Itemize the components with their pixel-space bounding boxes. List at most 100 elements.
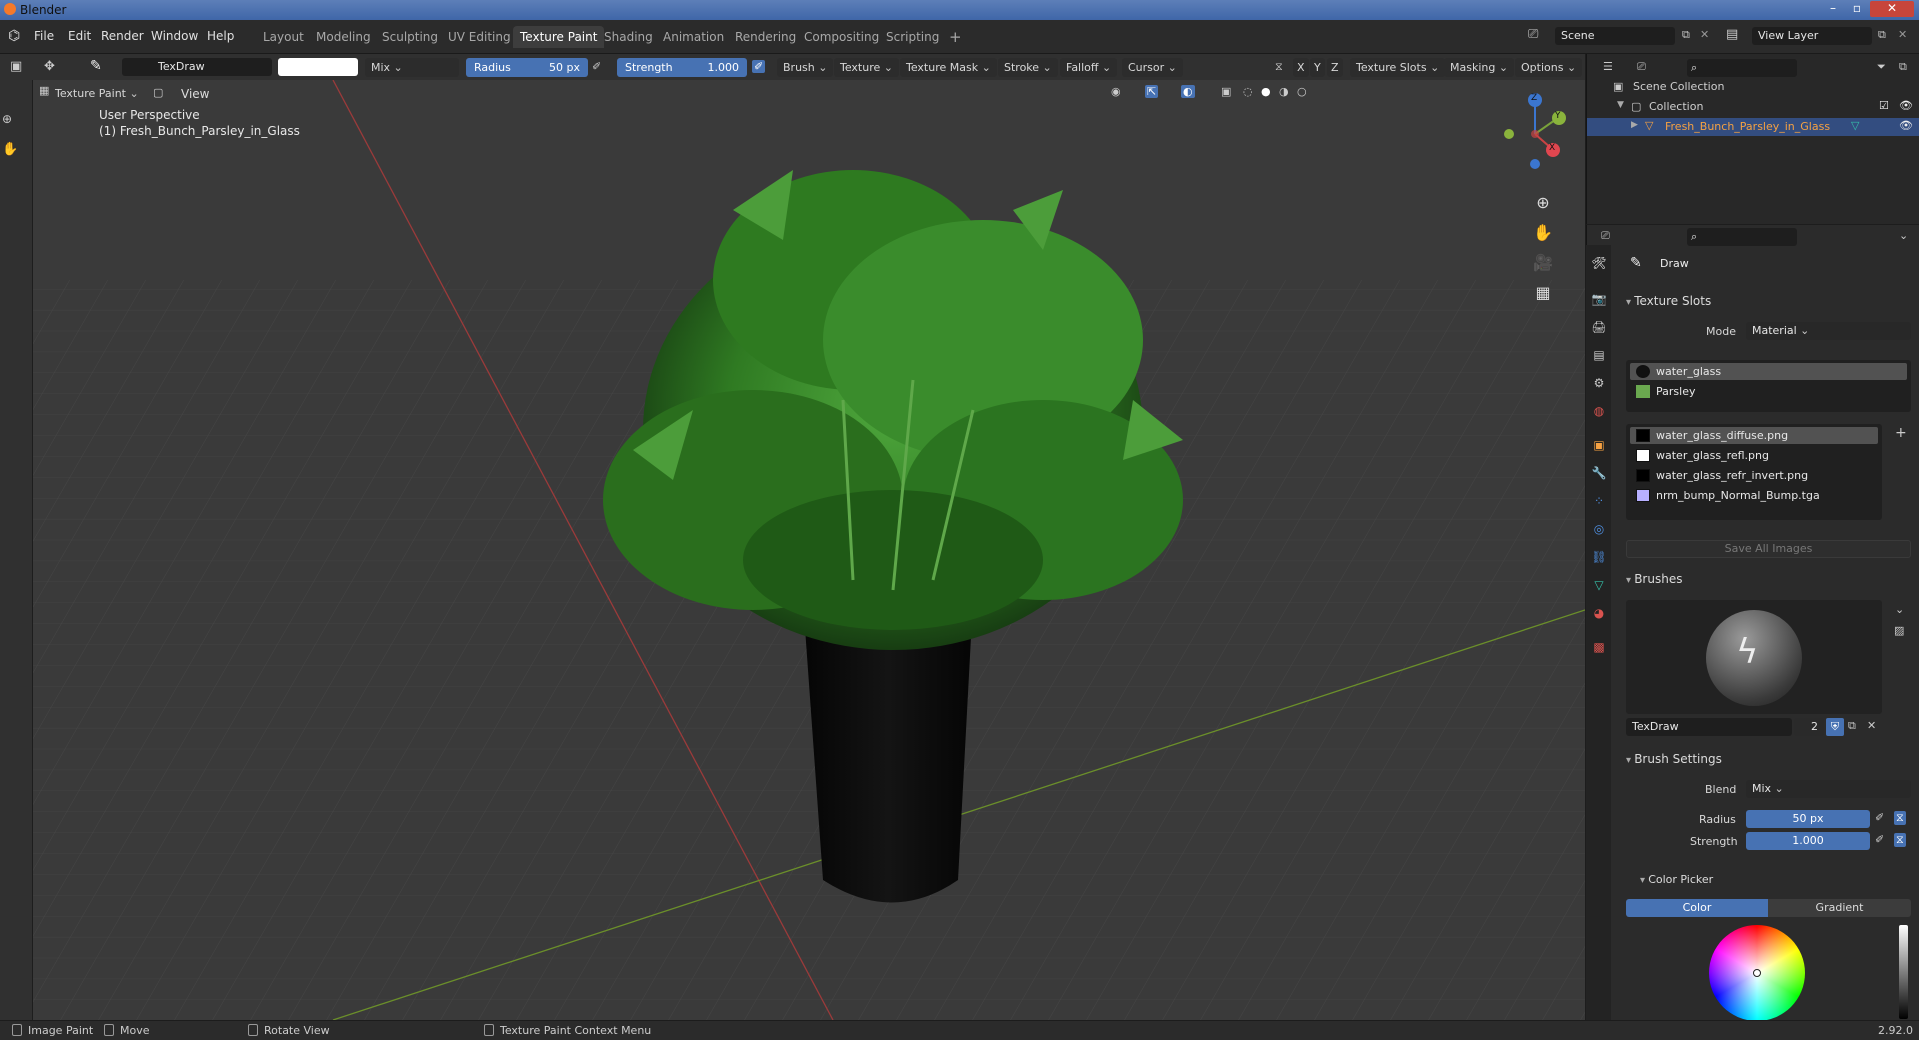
constraints-tab-icon[interactable]: ⛓ — [1589, 547, 1609, 567]
list-item[interactable]: Parsley — [1630, 383, 1907, 400]
delete-scene-icon[interactable]: ✕ — [1700, 28, 1709, 41]
tool-tab-icon[interactable]: 🛠 — [1589, 253, 1609, 273]
modifier-tab-icon[interactable]: 🔧 — [1589, 463, 1609, 483]
radius-setting-slider[interactable]: 50 px — [1746, 810, 1870, 828]
texture-slots-menu[interactable]: Texture Slots — [1350, 58, 1446, 77]
radius-slider[interactable]: Radius 50 px — [466, 58, 588, 77]
tab-scripting[interactable]: Scripting — [879, 26, 946, 48]
masking-menu[interactable]: Masking — [1444, 58, 1515, 77]
add-workspace-icon[interactable]: + — [942, 26, 969, 48]
scene-selector-icon[interactable]: ⎚ — [1528, 27, 1538, 42]
display-mode-icon[interactable]: ⎚ — [1637, 60, 1646, 74]
color-wheel[interactable] — [1709, 925, 1805, 1021]
solid-shading-icon[interactable]: ● — [1261, 85, 1271, 98]
add-image-slot-icon[interactable]: + — [1895, 425, 1907, 441]
world-tab-icon[interactable]: ◍ — [1589, 401, 1609, 421]
pan-hand-icon[interactable]: ✋ — [1530, 220, 1556, 246]
collection-row[interactable]: ▼ ▢ Collection ☑ 👁 — [1587, 98, 1919, 116]
save-all-images-button[interactable]: Save All Images — [1626, 540, 1911, 558]
menu-window[interactable]: Window — [151, 29, 198, 43]
menu-edit[interactable]: Edit — [68, 29, 91, 43]
brush-specials-icon[interactable]: ⌄ — [1895, 603, 1904, 616]
color-tab[interactable]: Color — [1626, 899, 1768, 917]
brush-name-input[interactable]: TexDraw — [1626, 718, 1792, 736]
new-view-layer-icon[interactable]: ⧉ — [1878, 28, 1886, 42]
texture-mask-menu[interactable]: Texture Mask — [900, 58, 997, 77]
strength-unit-toggle-icon[interactable]: ⧖ — [1894, 833, 1906, 847]
fake-user-shield-icon[interactable]: ⛨ — [1826, 718, 1844, 736]
collection-eye-icon[interactable]: 👁 — [1899, 99, 1913, 112]
view-layer-icon[interactable]: ▤ — [1726, 27, 1738, 42]
collection-expand-icon[interactable]: ▼ — [1617, 100, 1624, 110]
menu-file[interactable]: File — [34, 29, 54, 43]
overlay-toggle-icon[interactable]: ◐ — [1181, 85, 1195, 98]
blender-menu-icon[interactable]: ⌬ — [8, 28, 20, 44]
camera-view-icon[interactable]: 🎥 — [1530, 250, 1556, 276]
outliner-editor-icon[interactable]: ☰ — [1603, 60, 1613, 73]
slot-mode-dropdown[interactable]: Material — [1746, 322, 1911, 340]
scene-name-field[interactable]: Scene — [1555, 27, 1675, 45]
navigation-gizmo[interactable]: Z Y X — [1493, 90, 1573, 170]
gizmo-toggle-icon[interactable]: ⇱ — [1145, 85, 1159, 98]
collection-checkbox[interactable]: ☑ — [1879, 99, 1889, 112]
brush-menu[interactable]: Brush — [777, 58, 834, 77]
strength-slider[interactable]: Strength 1.000 — [617, 58, 747, 77]
new-collection-icon[interactable]: ⧉ — [1899, 60, 1907, 74]
color-cursor[interactable] — [1753, 969, 1761, 977]
brush-name-field[interactable]: TexDraw — [122, 58, 272, 76]
list-item[interactable]: water_glass_refl.png — [1630, 447, 1878, 464]
radius-pressure-icon[interactable]: ✐ — [592, 60, 601, 73]
menu-help[interactable]: Help — [207, 29, 234, 43]
texture-menu[interactable]: Texture — [834, 58, 899, 77]
brush-color-swatch[interactable] — [278, 58, 358, 76]
outliner-search[interactable]: ⌕ — [1687, 59, 1797, 77]
falloff-menu[interactable]: Falloff — [1060, 58, 1118, 77]
view-layer-tab-icon[interactable]: ▤ — [1589, 345, 1609, 365]
brush-settings-header[interactable]: Brush Settings — [1626, 752, 1722, 766]
output-tab-icon[interactable]: 🖨 — [1589, 317, 1609, 337]
object-tab-icon[interactable]: ▣ — [1589, 435, 1609, 455]
cursor-menu[interactable]: Cursor — [1122, 58, 1183, 77]
scene-tab-icon[interactable]: ⚙ — [1589, 373, 1609, 393]
properties-search[interactable]: ⌕ — [1687, 228, 1797, 246]
color-picker-header[interactable]: Color Picker — [1640, 873, 1713, 886]
object-eye-icon[interactable]: 👁 — [1899, 119, 1913, 132]
tab-compositing[interactable]: Compositing — [797, 26, 886, 48]
tab-sculpting[interactable]: Sculpting — [375, 26, 445, 48]
list-item[interactable]: nrm_bump_Normal_Bump.tga — [1630, 487, 1878, 504]
zoom-icon[interactable]: ⊕ — [1530, 190, 1556, 216]
unlink-brush-icon[interactable]: ✕ — [1867, 719, 1876, 732]
view-layer-field[interactable]: View Layer — [1752, 27, 1872, 45]
menu-render[interactable]: Render — [101, 29, 144, 43]
physics-tab-icon[interactable]: ◎ — [1589, 519, 1609, 539]
mirror-y-button[interactable]: Y — [1310, 58, 1325, 77]
tab-texture-paint[interactable]: Texture Paint — [513, 26, 605, 48]
particles-tab-icon[interactable]: ⁘ — [1589, 491, 1609, 511]
ortho-toggle-icon[interactable]: ▦ — [1530, 280, 1556, 306]
stroke-menu[interactable]: Stroke — [998, 58, 1058, 77]
filter-icon[interactable]: ⏷ — [1877, 60, 1886, 74]
tab-layout[interactable]: Layout — [256, 26, 311, 48]
zoom-side-icon[interactable]: ⊕ — [2, 112, 12, 126]
tab-shading[interactable]: Shading — [597, 26, 660, 48]
object-expand-icon[interactable]: ▶ — [1631, 120, 1638, 130]
pan-side-icon[interactable]: ✋ — [2, 142, 18, 157]
mode-dropdown[interactable]: Texture Paint — [33, 84, 145, 103]
mirror-x-button[interactable]: X — [1293, 58, 1309, 77]
mirror-z-button[interactable]: Z — [1327, 58, 1343, 77]
minimize-button[interactable]: – — [1822, 1, 1844, 17]
tab-rendering[interactable]: Rendering — [728, 26, 803, 48]
wireframe-shading-icon[interactable]: ◌ — [1243, 85, 1253, 98]
tool-settings-icon[interactable]: ✥ — [44, 59, 55, 74]
view-menu[interactable]: View — [181, 87, 209, 101]
render-tab-icon[interactable]: 📷 — [1589, 289, 1609, 309]
maximize-button[interactable]: ▫ — [1846, 1, 1868, 17]
value-slider[interactable] — [1899, 925, 1908, 1019]
texture-slots-header[interactable]: Texture Slots — [1626, 294, 1711, 308]
properties-options-icon[interactable]: ⌄ — [1899, 229, 1908, 242]
tab-modeling[interactable]: Modeling — [309, 26, 378, 48]
visibility-icon[interactable]: ◉ — [1111, 85, 1121, 98]
radius-pressure-toggle-icon[interactable]: ✐ — [1875, 811, 1884, 824]
close-button[interactable]: ✕ — [1870, 1, 1914, 17]
scene-collection-row[interactable]: ▣ Scene Collection — [1587, 78, 1919, 96]
